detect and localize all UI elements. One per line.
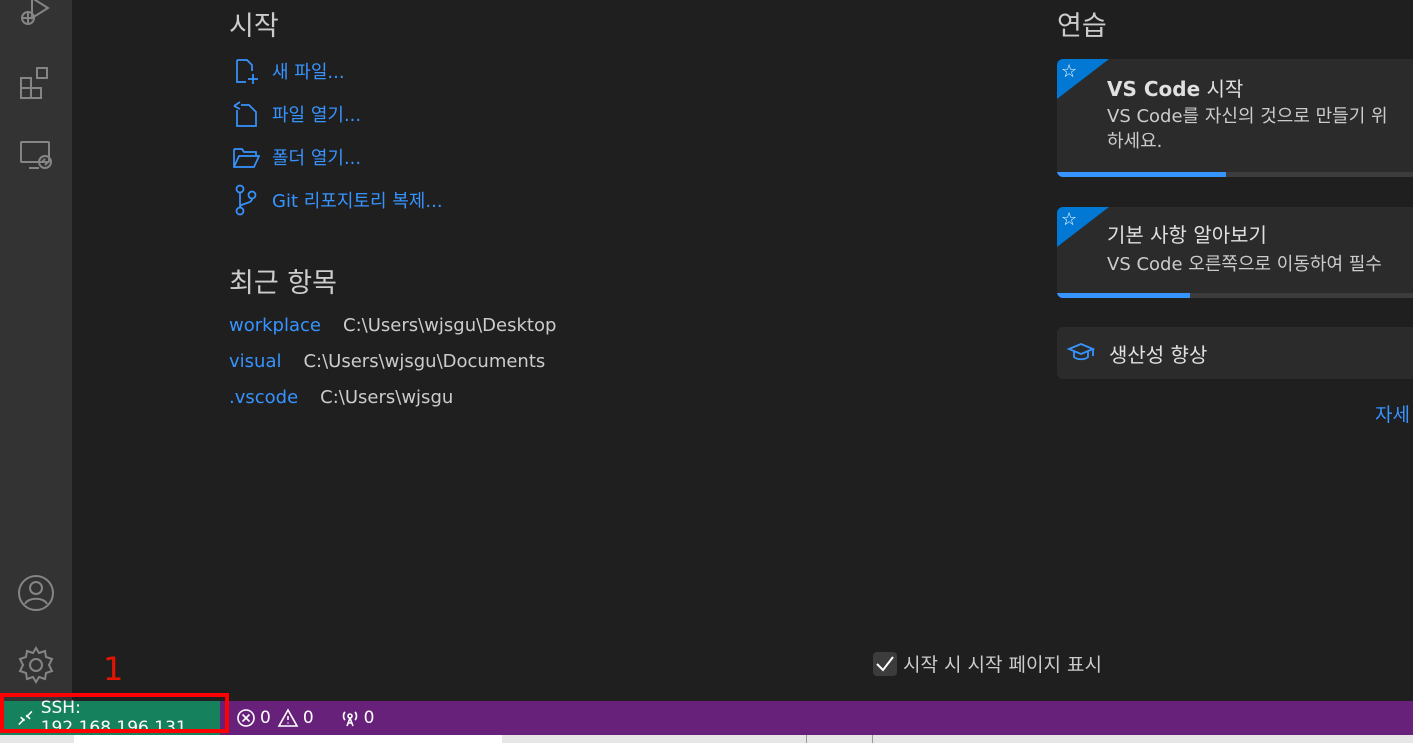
taskbar-segment	[74, 735, 502, 743]
error-count: 0	[260, 708, 271, 728]
git-branch-icon	[235, 184, 257, 216]
card-description: VS Code 오른쪽으로 이동하여 필수	[1107, 254, 1382, 275]
show-on-startup-label: 시작 시 시작 페이지 표시	[903, 654, 1102, 676]
recent-item-path: C:\Users\wjsgu	[320, 386, 454, 408]
remote-explorer-icon[interactable]	[14, 133, 58, 177]
activity-bar	[0, 0, 72, 701]
open-file-link[interactable]: 파일 열기...	[232, 99, 361, 129]
card-description: VS Code를 자신의 것으로 만들기 위	[1107, 106, 1388, 127]
problems-status[interactable]: 0 0	[236, 708, 314, 728]
show-on-startup-checkbox[interactable]	[873, 651, 897, 676]
annotation-highlight-box	[0, 693, 229, 733]
show-on-startup-row: 시작 시 시작 페이지 표시	[873, 650, 1102, 677]
progress-bar	[1057, 293, 1413, 298]
star-icon: ☆	[1061, 209, 1078, 230]
welcome-page: 시작 새 파일... 파일 열기... 폴더 열기... Git 리포지토리 복…	[72, 0, 1413, 701]
recent-item-path: C:\Users\wjsgu\Documents	[303, 350, 546, 372]
open-folder-icon	[233, 148, 260, 168]
divider	[806, 735, 807, 743]
ports-count: 0	[363, 708, 375, 728]
productivity-label: 생산성 향상	[1109, 342, 1208, 367]
recent-item-link[interactable]: visual	[229, 351, 281, 372]
new-file-label: 새 파일...	[272, 62, 345, 83]
productivity-card[interactable]: 생산성 향상	[1057, 327, 1413, 379]
walkthrough-card-fundamentals[interactable]: ☆ 기본 사항 알아보기 VS Code 오른쪽으로 이동하여 필수	[1057, 207, 1413, 298]
run-debug-icon[interactable]	[14, 0, 58, 34]
gear-icon[interactable]	[14, 643, 58, 687]
check-icon	[876, 655, 894, 672]
walkthrough-card-get-started[interactable]: ☆ VS Code 시작 VS Code를 자신의 것으로 만들기 위 하세요.	[1057, 59, 1413, 177]
accounts-icon[interactable]	[14, 571, 58, 615]
taskbar-strip	[0, 735, 1413, 743]
open-folder-label: 폴더 열기...	[272, 148, 362, 169]
warning-icon	[277, 708, 299, 727]
open-file-label: 파일 열기...	[272, 105, 362, 126]
progress-fill	[1057, 172, 1227, 177]
more-link[interactable]: 자세	[1375, 400, 1410, 427]
mortarboard-icon	[1067, 343, 1095, 361]
warning-count: 0	[302, 708, 314, 728]
card-title: 기본 사항 알아보기	[1107, 223, 1267, 247]
star-icon: ☆	[1061, 61, 1078, 82]
recent-item-path: C:\Users\wjsgu\Desktop	[343, 314, 557, 336]
card-title: VS Code 시작	[1107, 77, 1244, 101]
recent-item-link[interactable]: workplace	[229, 315, 321, 336]
broadcast-icon	[342, 711, 357, 727]
annotation-number: 1	[103, 650, 124, 688]
recent-item-link[interactable]: .vscode	[229, 387, 298, 408]
error-icon	[237, 709, 255, 727]
git-clone-link[interactable]: Git 리포지토리 복제...	[232, 184, 443, 216]
open-folder-link[interactable]: 폴더 열기...	[232, 142, 361, 172]
recent-item: .vscode C:\Users\wjsgu	[229, 384, 453, 410]
recent-item: workplace C:\Users\wjsgu\Desktop	[229, 312, 556, 338]
new-file-icon	[236, 59, 258, 84]
new-file-link[interactable]: 새 파일...	[232, 56, 345, 86]
card-description: 하세요.	[1107, 131, 1163, 152]
recent-item: visual C:\Users\wjsgu\Documents	[229, 348, 545, 374]
recent-heading: 최근 항목	[229, 268, 337, 299]
ports-status[interactable]: 0	[340, 708, 375, 728]
progress-bar	[1057, 172, 1413, 177]
extensions-icon[interactable]	[14, 61, 58, 105]
progress-fill	[1057, 293, 1191, 298]
open-file-icon	[233, 101, 257, 127]
walkthroughs-heading: 연습	[1057, 11, 1107, 42]
start-heading: 시작	[229, 11, 279, 42]
divider	[872, 735, 873, 743]
git-clone-label: Git 리포지토리 복제...	[272, 191, 443, 212]
